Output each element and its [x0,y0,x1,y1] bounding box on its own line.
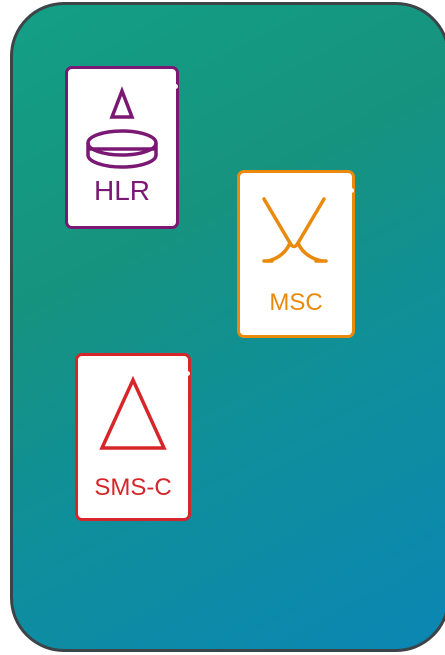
diagram-canvas: HLR MSC SMS-C [0,0,445,655]
smsc-triangle-icon [99,375,167,450]
msc-label: MSC [269,289,323,316]
hlr-database-icon [86,86,158,169]
msc-switch-icon [262,197,328,263]
hlr-label: HLR [93,175,150,206]
smsc-label: SMS-C [94,474,172,501]
hlr-node-card[interactable]: HLR [65,66,179,229]
msc-node-card[interactable]: MSC [237,170,355,338]
smsc-node-card[interactable]: SMS-C [75,353,191,521]
